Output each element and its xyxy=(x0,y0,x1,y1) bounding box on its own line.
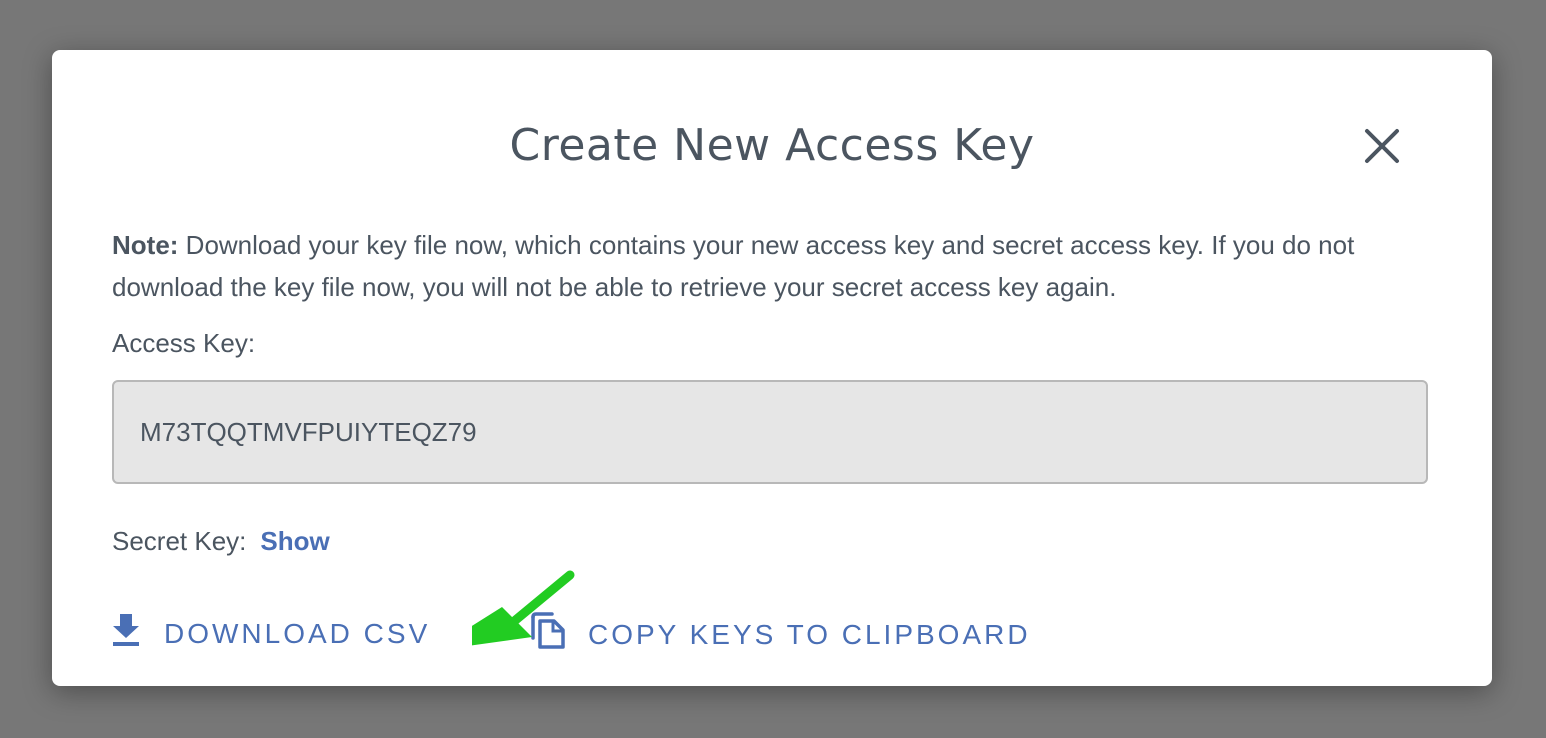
green-arrow-annotation xyxy=(472,570,575,646)
close-icon xyxy=(1365,129,1399,163)
access-key-field[interactable] xyxy=(112,380,1428,484)
download-icon xyxy=(110,612,142,655)
show-secret-link[interactable]: Show xyxy=(260,526,329,556)
copy-keys-button[interactable]: COPY KEYS TO CLIPBOARD xyxy=(530,612,1031,657)
note-text: Download your key file now, which contai… xyxy=(112,230,1355,302)
dialog-title: Create New Access Key xyxy=(509,120,1035,171)
copy-keys-label: COPY KEYS TO CLIPBOARD xyxy=(588,618,1031,650)
close-button[interactable] xyxy=(1360,124,1404,168)
note-prefix: Note: xyxy=(112,230,179,260)
secret-key-label: Secret Key: xyxy=(112,526,247,556)
create-access-key-dialog: Create New Access Key Note: Download you… xyxy=(52,50,1492,686)
download-csv-button[interactable]: DOWNLOAD CSV xyxy=(110,612,430,655)
download-csv-label: DOWNLOAD CSV xyxy=(164,617,431,649)
download-note: Note: Download your key file now, which … xyxy=(112,224,1432,308)
access-key-label: Access Key: xyxy=(112,328,256,358)
secret-key-row: Secret Key: Show xyxy=(112,526,330,557)
